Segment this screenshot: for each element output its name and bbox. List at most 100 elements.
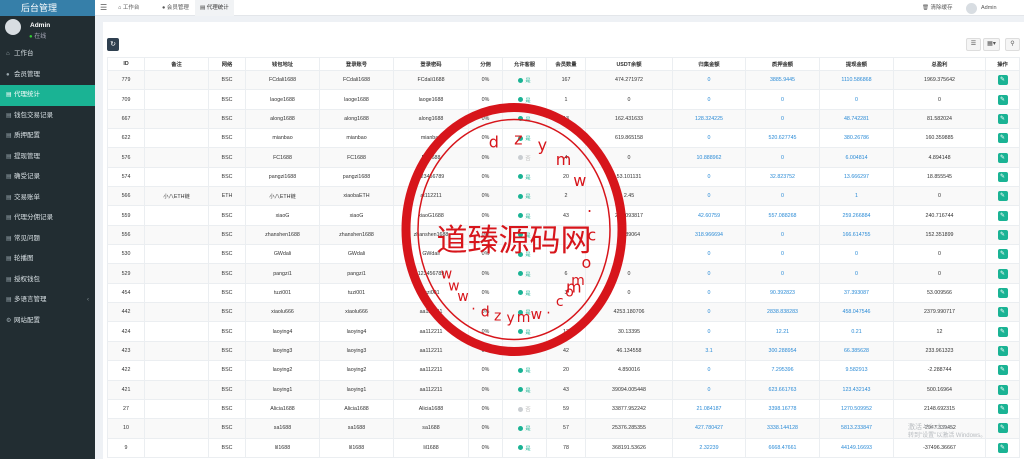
table-cell: 0% [468, 302, 503, 323]
edit-icon[interactable]: ✎ [997, 75, 1008, 86]
table-cell: 39094.005448 [585, 379, 673, 400]
edit-icon[interactable]: ✎ [997, 326, 1008, 337]
edit-icon[interactable]: ✎ [997, 345, 1008, 356]
sidebar-item-label: 质押配置 [14, 132, 40, 139]
sidebar-item[interactable]: ▤ 确受记录 [0, 167, 95, 188]
edit-icon[interactable]: ✎ [997, 113, 1008, 124]
sidebar-item[interactable]: ⌂ 工作台 [0, 44, 95, 65]
table-cell: 是 [502, 418, 547, 439]
list-icon: ▤ [6, 297, 12, 303]
sidebar-item[interactable]: ▤ 多语言管理 ‹ [0, 290, 95, 311]
column-header[interactable]: 操作 [985, 57, 1020, 71]
edit-icon[interactable]: ✎ [997, 152, 1008, 163]
column-header[interactable]: 提现金额 [819, 57, 894, 71]
toggle-view-button[interactable]: ☰ [966, 38, 981, 51]
table-cell: 是 [502, 128, 547, 149]
table-cell: FCdali1688 [393, 69, 469, 91]
column-header[interactable]: 备注 [144, 57, 209, 71]
status-dot-icon [518, 77, 524, 83]
column-header[interactable]: 总盈利 [893, 57, 986, 71]
edit-icon[interactable]: ✎ [997, 307, 1008, 318]
tab-item[interactable]: ▤ 代理统计 [195, 0, 234, 16]
tab-item[interactable]: ⌂ 工作台 [113, 0, 144, 16]
status-label: 是 [525, 445, 531, 452]
table-cell: 4.989064 [585, 224, 673, 246]
clear-cache-button[interactable]: 🗑 清除缓存 [922, 0, 953, 16]
status-dot-icon [518, 367, 524, 373]
user-menu[interactable]: Admin [981, 0, 997, 16]
edit-icon[interactable]: ✎ [997, 365, 1008, 376]
column-header[interactable]: 网络 [208, 57, 246, 71]
table-cell: 78 [546, 437, 586, 458]
edit-icon[interactable]: ✎ [997, 442, 1008, 453]
column-header[interactable]: 登录密码 [393, 57, 469, 71]
sidebar-item[interactable]: ▤ 交易账单 [0, 188, 95, 209]
table-cell: 42.60759 [672, 205, 746, 226]
column-header[interactable]: 质押金额 [745, 57, 820, 71]
edit-icon[interactable]: ✎ [997, 384, 1008, 395]
table-cell: 3.1 [672, 340, 746, 362]
column-header[interactable]: 归集金额 [672, 57, 746, 71]
table-cell [144, 89, 209, 110]
sidebar-item[interactable]: ▤ 常见问题 [0, 229, 95, 250]
edit-icon[interactable]: ✎ [997, 210, 1008, 221]
table-cell [144, 147, 209, 168]
table-cell: 18.855545 [893, 166, 986, 188]
columns-dropdown[interactable]: ▦▾ [983, 38, 1000, 51]
tab-item[interactable]: ● 会员管理 [157, 0, 194, 16]
status-label: 是 [525, 116, 531, 123]
edit-icon[interactable]: ✎ [997, 287, 1008, 298]
table-cell: BSC [208, 224, 246, 246]
status-dot-icon [518, 445, 524, 451]
table-cell: 2.45 [585, 186, 673, 207]
edit-icon[interactable]: ✎ [997, 249, 1008, 260]
table-cell: 0 [745, 108, 820, 130]
table-cell: 424 [107, 321, 145, 342]
table-cell: 529 [107, 263, 145, 284]
user-panel: Admin ● 在线 [0, 16, 95, 44]
edit-icon[interactable]: ✎ [997, 94, 1008, 105]
edit-icon[interactable]: ✎ [997, 191, 1008, 202]
table-cell: ✎ [985, 321, 1020, 342]
column-header[interactable]: 允许客服 [502, 57, 547, 71]
sidebar-item[interactable]: ● 会员管理 [0, 65, 95, 86]
sidebar-item[interactable]: ▤ 授权钱包 [0, 270, 95, 291]
table-cell: 66.385628 [819, 340, 894, 362]
table-cell: 3885.9445 [745, 69, 820, 91]
edit-icon[interactable]: ✎ [997, 229, 1008, 240]
edit-icon[interactable]: ✎ [997, 133, 1008, 144]
sidebar-item[interactable]: ▤ 质押配置 [0, 126, 95, 147]
sidebar: 后台管理 Admin ● 在线 ⌂ 工作台 ● 会员管理 ▤ 代理统计 ▤ 钱包交易记录 ▤ 质押… [0, 0, 95, 459]
column-header[interactable]: 会员数量 [546, 57, 586, 71]
refresh-button[interactable]: ↻ [107, 38, 119, 51]
sidebar-item[interactable]: ▤ 轮播图 [0, 249, 95, 270]
table-cell: 2148.692315 [893, 398, 986, 420]
table-cell: mianbao [245, 128, 320, 149]
table-cell: 0 [672, 360, 746, 381]
edit-icon[interactable]: ✎ [997, 423, 1008, 434]
edit-icon[interactable]: ✎ [997, 171, 1008, 182]
table-row: 779 BSC FCdali1688 FCdali1688 FCdali1688 0% 是 1… [107, 69, 1020, 91]
sidebar-item-label: 代理统计 [14, 91, 40, 98]
table-cell [144, 340, 209, 362]
table-cell: 7.295396 [745, 360, 820, 381]
search-button[interactable]: ⚲ [1005, 38, 1020, 51]
column-header[interactable]: ID [107, 57, 145, 71]
sidebar-item[interactable]: ▤ 代理分佣记录 [0, 208, 95, 229]
sidebar-item[interactable]: ▤ 代理统计 [0, 85, 95, 106]
table-cell: 是 [502, 437, 547, 458]
column-header[interactable]: 分佣 [468, 57, 503, 71]
status-label: 是 [525, 290, 531, 297]
column-header[interactable]: USDT余额 [585, 57, 673, 71]
edit-icon[interactable]: ✎ [997, 268, 1008, 279]
sidebar-item[interactable]: ▤ 提现管理 [0, 147, 95, 168]
table-row: 423 BSC laoying3 laoying3 aa112211 0% 是 42 46.13… [107, 340, 1020, 362]
menu-toggle-icon[interactable]: ☰ [100, 3, 107, 12]
sidebar-item[interactable]: ⚙ 网站配置 [0, 311, 95, 332]
column-header[interactable]: 钱包地址 [245, 57, 320, 71]
sidebar-item[interactable]: ▤ 钱包交易记录 [0, 106, 95, 127]
sidebar-item-label: 确受记录 [14, 173, 40, 180]
avatar[interactable] [966, 3, 977, 14]
edit-icon[interactable]: ✎ [997, 404, 1008, 415]
column-header[interactable]: 登录账号 [319, 57, 394, 71]
